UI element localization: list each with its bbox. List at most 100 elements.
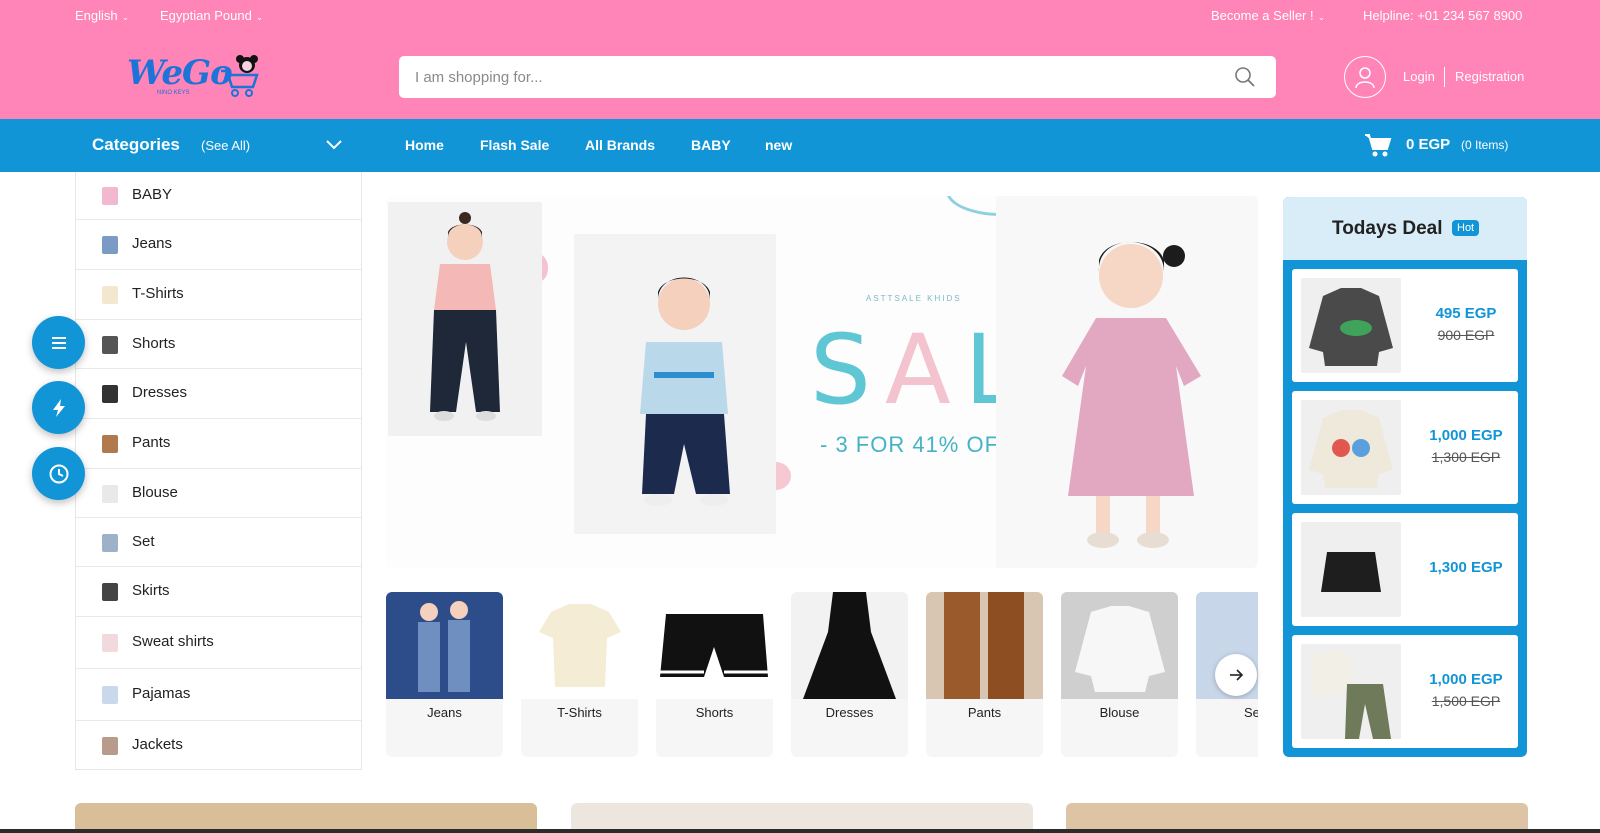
deal-price: 1,000 EGP xyxy=(1429,671,1503,688)
sidebar-item-blouse[interactable]: Blouse xyxy=(76,469,361,518)
category-thumb xyxy=(102,435,118,453)
menu-fab-button[interactable] xyxy=(32,316,85,369)
category-label: Blouse xyxy=(1099,705,1140,720)
deal-item[interactable]: 495 EGP 900 EGP xyxy=(1292,269,1518,382)
categories-title[interactable]: Categories xyxy=(92,135,180,155)
language-selector[interactable]: English ⌄ xyxy=(75,8,129,23)
search-bar xyxy=(399,56,1276,98)
deal-product-image xyxy=(1301,522,1401,617)
lightning-icon xyxy=(53,399,65,417)
sidebar-item-shorts[interactable]: Shorts xyxy=(76,320,361,369)
category-image xyxy=(386,592,503,699)
chevron-down-icon: ⌄ xyxy=(1317,12,1326,22)
carousel-next-button[interactable] xyxy=(1215,654,1257,696)
sidebar-item-label: Pajamas xyxy=(132,685,191,702)
deal-old-price: 1,300 EGP xyxy=(1431,449,1501,465)
sidebar-item-set[interactable]: Set xyxy=(76,518,361,567)
category-thumb xyxy=(102,336,118,354)
divider xyxy=(1444,67,1445,87)
become-seller-link[interactable]: Become a Seller ! ⌄ xyxy=(1211,8,1325,23)
carousel-card-shorts[interactable]: Shorts xyxy=(656,592,773,757)
nav-all-brands[interactable]: All Brands xyxy=(585,137,655,153)
clock-icon xyxy=(49,464,69,484)
category-label: Shorts xyxy=(695,705,734,720)
sidebar-item-label: Set xyxy=(132,533,155,550)
sidebar-item-label: Shorts xyxy=(132,335,176,352)
category-thumb xyxy=(102,187,118,205)
sidebar-item-label: T-Shirts xyxy=(132,285,184,302)
cart-icon[interactable] xyxy=(1364,132,1392,163)
menu-icon xyxy=(52,337,66,349)
main-nav: Categories (See All) Home Flash Sale All… xyxy=(0,119,1600,172)
sidebar-item-pants[interactable]: Pants xyxy=(76,419,361,469)
sidebar-item-label: Sweat shirts xyxy=(132,633,214,650)
sidebar-item-label: Blouse xyxy=(132,484,178,501)
sidebar-item-skirts[interactable]: Skirts xyxy=(76,567,361,617)
site-logo[interactable]: WeGo NINO KEYS xyxy=(127,53,267,101)
category-thumb xyxy=(102,686,118,704)
sidebar-item-jeans[interactable]: Jeans xyxy=(76,220,361,270)
category-label: Pants xyxy=(967,705,1002,720)
sidebar-item-jackets[interactable]: Jackets xyxy=(76,721,361,770)
carousel-card-pants[interactable]: Pants xyxy=(926,592,1043,757)
currency-selector[interactable]: Egyptian Pound ⌄ xyxy=(160,8,263,23)
deal-old-price: 1,500 EGP xyxy=(1431,693,1501,709)
see-all-categories-link[interactable]: (See All) xyxy=(201,138,250,153)
category-image xyxy=(1061,592,1178,699)
currency-label: Egyptian Pound xyxy=(160,8,252,23)
deal-title: Todays Deal xyxy=(1332,218,1443,239)
banner-small-text: ASTTSALE KHIDS xyxy=(866,294,962,303)
carousel-card-t-shirts[interactable]: T-Shirts xyxy=(521,592,638,757)
flash-fab-button[interactable] xyxy=(32,381,85,434)
login-link[interactable]: Login xyxy=(1403,69,1435,84)
bottom-edge xyxy=(0,829,1600,833)
search-icon[interactable] xyxy=(1234,66,1256,93)
deal-item[interactable]: 1,000 EGP 1,500 EGP xyxy=(1292,635,1518,748)
chevron-down-icon[interactable] xyxy=(325,138,343,156)
category-thumb xyxy=(102,634,118,652)
sale-letter: S xyxy=(810,314,885,426)
top-header: English ⌄ Egyptian Pound ⌄ Become a Seller… xyxy=(0,0,1600,119)
become-seller-label: Become a Seller ! xyxy=(1211,8,1314,23)
sidebar-item-pajamas[interactable]: Pajamas xyxy=(76,669,361,721)
product-photo-girl xyxy=(388,202,542,436)
category-label: T-Shirts xyxy=(557,705,602,720)
carousel-card-blouse[interactable]: Blouse xyxy=(1061,592,1178,757)
carousel-card-jeans[interactable]: Jeans xyxy=(386,592,503,757)
sidebar-item-t-shirts[interactable]: T-Shirts xyxy=(76,270,361,320)
nav-flash-sale[interactable]: Flash Sale xyxy=(480,137,549,153)
logo-text: WeGo xyxy=(127,53,233,93)
deal-item[interactable]: 1,000 EGP 1,300 EGP xyxy=(1292,391,1518,504)
chevron-down-icon: ⌄ xyxy=(255,12,264,22)
category-thumb xyxy=(102,286,118,304)
category-thumb xyxy=(102,385,118,403)
deal-old-price: 900 EGP xyxy=(1437,327,1495,343)
sidebar-item-dresses[interactable]: Dresses xyxy=(76,369,361,419)
history-fab-button[interactable] xyxy=(32,447,85,500)
category-image xyxy=(521,592,638,699)
cart-logo-icon xyxy=(221,55,259,97)
deal-price: 1,300 EGP xyxy=(1429,559,1503,576)
logo-subtext: NINO KEYS xyxy=(157,90,190,96)
category-label: Jeans xyxy=(427,705,462,720)
chevron-down-icon: ⌄ xyxy=(121,12,130,22)
nav-baby[interactable]: BABY xyxy=(691,137,731,153)
cart-amount[interactable]: 0 EGP xyxy=(1406,136,1450,153)
product-photo-girl-dress xyxy=(996,196,1258,568)
nav-home[interactable]: Home xyxy=(405,137,444,153)
sale-letter: A xyxy=(884,314,965,426)
registration-link[interactable]: Registration xyxy=(1455,69,1524,84)
sidebar-item-sweat-shirts[interactable]: Sweat shirts xyxy=(76,617,361,669)
cart-item-count[interactable]: (0 Items) xyxy=(1461,138,1508,152)
search-input[interactable] xyxy=(415,56,1215,98)
sidebar-item-baby[interactable]: BABY xyxy=(76,172,361,220)
nav-new[interactable]: new xyxy=(765,137,792,153)
sidebar-item-label: Jeans xyxy=(132,235,173,252)
arrow-right-icon xyxy=(1230,669,1244,681)
user-avatar-icon[interactable] xyxy=(1344,56,1386,98)
deal-item[interactable]: 1,300 EGP xyxy=(1292,513,1518,626)
carousel-card-dresses[interactable]: Dresses xyxy=(791,592,908,757)
sidebar-item-label: BABY xyxy=(132,186,173,203)
sidebar-item-label: Jackets xyxy=(132,736,183,753)
sale-banner[interactable]: ASTTSALE KHIDS SALE - 3 FOR 41% OFF - xyxy=(386,196,1258,568)
